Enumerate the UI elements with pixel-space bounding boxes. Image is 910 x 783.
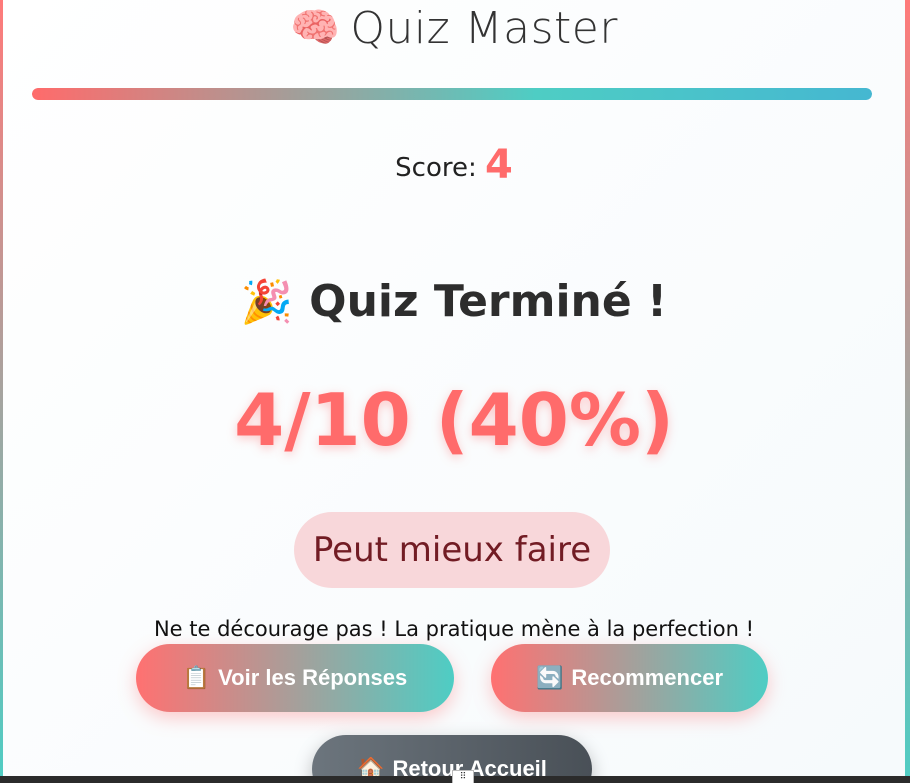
progress-bar bbox=[32, 88, 872, 100]
app-frame: 🧠 Quiz Master Score: 4 🎉 Quiz Terminé ! 4/… bbox=[0, 0, 910, 783]
party-popper-icon: 🎉 bbox=[240, 277, 294, 326]
clipboard-icon: 📋 bbox=[182, 665, 211, 690]
refresh-icon: 🔄 bbox=[535, 665, 564, 690]
restart-button[interactable]: 🔄 Recommencer bbox=[491, 644, 768, 712]
score-label: Score: bbox=[395, 153, 477, 183]
view-answers-label: Voir les Réponses bbox=[218, 665, 408, 690]
brain-icon: 🧠 bbox=[290, 5, 341, 51]
app-title-text: Quiz Master bbox=[350, 3, 618, 54]
score-value: 4 bbox=[485, 142, 513, 188]
result-heading: 🎉 Quiz Terminé ! bbox=[3, 276, 905, 327]
quiz-card: 🧠 Quiz Master Score: 4 🎉 Quiz Terminé ! 4/… bbox=[3, 0, 905, 783]
resize-grip-icon[interactable]: ⠿ bbox=[452, 770, 474, 783]
score-display: Score: 4 bbox=[3, 142, 905, 188]
verdict-badge: Peut mieux faire bbox=[294, 512, 610, 588]
view-answers-button[interactable]: 📋 Voir les Réponses bbox=[136, 644, 454, 712]
restart-label: Recommencer bbox=[571, 665, 724, 690]
encouragement-message: Ne te décourage pas ! La pratique mène à… bbox=[153, 617, 755, 641]
app-title: 🧠 Quiz Master bbox=[3, 3, 905, 54]
progress-bar-fill bbox=[32, 88, 872, 100]
result-heading-text: Quiz Terminé ! bbox=[309, 276, 668, 327]
final-score: 4/10 (40%) bbox=[234, 378, 674, 462]
